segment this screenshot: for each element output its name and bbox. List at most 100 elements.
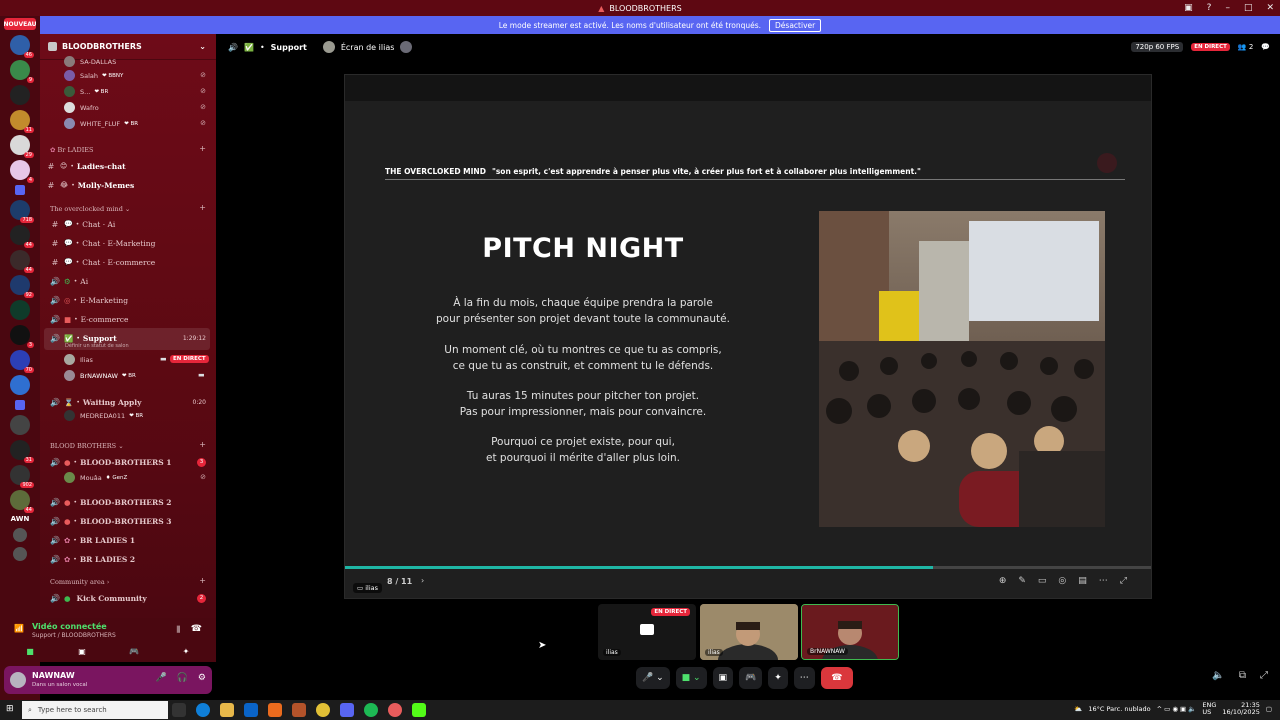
server-icon[interactable]: 4 <box>10 160 34 183</box>
category-blood-brothers[interactable]: BLOOD BROTHERS ⌄ <box>50 442 124 450</box>
add-server-icon[interactable] <box>13 528 27 542</box>
add-channel-icon[interactable]: + <box>199 144 206 153</box>
soundboard-icon[interactable]: ✦ <box>164 644 208 658</box>
close-button[interactable]: ✕ <box>1266 3 1274 13</box>
discover-icon[interactable] <box>13 547 27 561</box>
user-name[interactable]: NAWNAW <box>32 671 75 680</box>
voice-channel-waiting-apply[interactable]: 🔊 ⌛ • Waiting Apply 0:20 <box>40 394 216 410</box>
channel-molly-memes[interactable]: # 😂 • Molly-Memes <box>40 177 216 193</box>
subtitles-icon[interactable]: ▭ <box>1038 576 1047 586</box>
pen-icon[interactable]: ✎ <box>1018 576 1026 586</box>
weather-text[interactable]: 16°C Parc. nublado <box>1088 705 1150 713</box>
server-icon[interactable]: 29 <box>10 135 34 158</box>
server-icon[interactable]: 44 <box>10 490 34 513</box>
noise-suppression-icon[interactable]: ⫼ <box>176 625 180 635</box>
add-channel-icon[interactable]: + <box>199 203 206 212</box>
category-br-ladies[interactable]: ✿ Br LADIES <box>50 146 93 154</box>
server-icon[interactable]: 31 <box>10 440 34 463</box>
voice-user[interactable]: S... ❤ BR <box>64 86 108 97</box>
voice-channel-bb3[interactable]: 🔊 ● • BLOOD-BROTHERS 3 <box>40 513 216 529</box>
headphones-icon[interactable]: 🎧 <box>177 673 188 683</box>
chevron-down-icon[interactable]: ⌄ <box>199 42 206 51</box>
tray-icons[interactable]: ^ ▭ ◉ ▣ 🔈 <box>1157 705 1197 713</box>
signal-icon[interactable]: 📶 <box>14 624 24 633</box>
server-icon[interactable]: 9 <box>10 60 34 83</box>
avatar[interactable] <box>10 672 26 688</box>
server-icon[interactable]: 11 <box>10 110 34 133</box>
participant-tile-brnawnaw[interactable]: BrNAWNAW <box>801 604 899 660</box>
edge-icon[interactable] <box>196 703 210 717</box>
voice-channel-bb2[interactable]: 🔊 ● • BLOOD-BROTHERS 2 <box>40 494 216 510</box>
voice-user[interactable]: Salah ❤ BBNY <box>64 70 123 81</box>
server-icon[interactable] <box>10 415 30 435</box>
server-icon[interactable]: 44 <box>10 225 34 248</box>
notification-icon[interactable]: ▢ <box>1266 705 1272 713</box>
voice-user-ilias[interactable]: Ilias <box>64 354 93 365</box>
outlook-icon[interactable] <box>244 703 258 717</box>
kick-icon[interactable] <box>412 703 426 717</box>
folder-icon[interactable] <box>15 185 25 195</box>
server-icon[interactable]: 70 <box>10 350 34 373</box>
language-indicator[interactable]: ENG US <box>1202 702 1216 716</box>
weather-icon[interactable]: ⛅ <box>1074 705 1082 713</box>
voice-channel-ai[interactable]: 🔊 ⚙ • Ai <box>40 273 216 289</box>
voice-channel-ecommerce[interactable]: 🔊 ■ • E-commerce <box>40 311 216 327</box>
fullscreen-icon[interactable]: ⤢ <box>1260 670 1268 681</box>
server-icon[interactable]: 902 <box>10 465 34 488</box>
server-icon[interactable]: 46 <box>10 35 34 58</box>
voice-channel-brl1[interactable]: 🔊 ✿ • BR LADIES 1 <box>40 532 216 548</box>
chat-icon[interactable]: 💬 <box>1261 43 1270 51</box>
taskbar-search[interactable]: ⌕ Type here to search <box>22 701 168 719</box>
more-icon[interactable]: ⋯ <box>1099 576 1108 586</box>
maximize-button[interactable]: □ <box>1244 3 1253 13</box>
folder-icon[interactable] <box>15 400 25 410</box>
clock[interactable]: 21:35 16/10/2025 <box>1222 702 1259 716</box>
voice-user[interactable]: WHITE_FLUF ❤ BR <box>64 118 138 129</box>
fullscreen-icon[interactable]: ⤢ <box>1120 576 1127 586</box>
category-overclocked[interactable]: The overclocked mind ⌄ <box>50 205 130 213</box>
server-icon[interactable]: 92 <box>10 275 34 298</box>
soundboard-button[interactable]: ✦ <box>768 667 788 689</box>
more-options-button[interactable]: ⋯ <box>793 667 815 689</box>
camera-button[interactable]: ■ ⌄ <box>675 667 707 689</box>
voice-user-brnawnaw[interactable]: BrNAWNAW ❤ BR <box>64 370 136 381</box>
next-slide-icon[interactable]: › <box>421 576 424 585</box>
category-community[interactable]: Community area › <box>50 578 109 586</box>
screen-share-icon[interactable]: ▣ <box>60 644 104 658</box>
inbox-icon[interactable]: ▣ <box>1184 3 1193 13</box>
leave-call-button[interactable]: ☎ <box>820 667 853 689</box>
stream-quality[interactable]: 720p 60 FPS <box>1131 42 1184 52</box>
server-icon[interactable]: 718 <box>10 200 34 223</box>
server-icon[interactable] <box>10 300 30 320</box>
microphone-icon[interactable]: 🎤 <box>155 673 166 683</box>
disconnect-icon[interactable]: ☎ <box>191 624 202 634</box>
channel-chat-emarketing[interactable]: # 💬 • Chat · E-Marketing <box>40 235 216 251</box>
file-explorer-icon[interactable] <box>220 703 234 717</box>
chrome-icon[interactable] <box>316 703 330 717</box>
windows-start-icon[interactable]: ⊞ <box>6 704 14 714</box>
app-icon[interactable] <box>292 703 306 717</box>
server-icon[interactable]: 3 <box>10 325 34 348</box>
voice-channel-kick[interactable]: 🔊 ● Kick Community 2 <box>40 590 216 606</box>
participant-tile-stream[interactable]: EN DIRECT ilias <box>598 604 696 660</box>
camera-toggle-icon[interactable]: ■ <box>8 644 52 658</box>
channel-chat-ecommerce[interactable]: # 💬 • Chat · E-commerce <box>40 254 216 270</box>
voice-channel-bb1[interactable]: 🔊 ● • BLOOD-BROTHERS 13 <box>40 454 216 470</box>
voice-channel-emarketing[interactable]: 🔊 ◎ • E-Marketing <box>40 292 216 308</box>
zoom-icon[interactable]: ⊕ <box>999 576 1007 586</box>
slides-icon[interactable]: ▤ <box>1078 576 1087 586</box>
stream-view[interactable]: THE OVERCLOKED MIND "son esprit, c'est a… <box>344 74 1152 599</box>
snowflake-icon[interactable] <box>10 375 30 395</box>
screen-share-button[interactable]: ▣ <box>712 667 734 689</box>
minimize-button[interactable]: – <box>1225 3 1230 13</box>
disable-streamer-button[interactable]: Désactiver <box>769 18 822 32</box>
app-icon[interactable] <box>268 703 282 717</box>
new-badge[interactable]: NOUVEAU <box>3 18 37 30</box>
voice-channel-brl2[interactable]: 🔊 ✿ • BR LADIES 2 <box>40 551 216 567</box>
task-view-icon[interactable] <box>172 703 186 717</box>
voice-user[interactable]: SA-DALLAS <box>64 56 116 67</box>
server-icon[interactable]: 44 <box>10 250 34 273</box>
volume-icon[interactable]: 🔈 <box>1212 670 1224 681</box>
server-icon[interactable] <box>10 85 30 105</box>
participant-tile-ilias[interactable]: ilias <box>700 604 798 660</box>
